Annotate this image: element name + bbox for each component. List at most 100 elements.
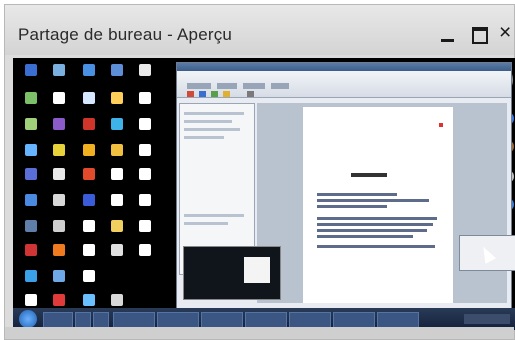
- desktop-icon: [139, 168, 151, 180]
- desktop-icon: [25, 270, 37, 282]
- desktop-icon: [83, 92, 95, 104]
- desktop-icon: [25, 294, 37, 306]
- document-line: [317, 229, 427, 232]
- desktop-icon: [111, 244, 123, 256]
- document-canvas: [257, 103, 507, 303]
- desktop-icon: [111, 168, 123, 180]
- pane-row: [184, 222, 228, 225]
- taskbar-item: [333, 312, 375, 328]
- pane-row: [184, 214, 244, 217]
- desktop-icon: [83, 294, 95, 306]
- maximize-icon: [472, 27, 488, 44]
- document-line: [317, 235, 413, 238]
- desktop-icon: [25, 64, 37, 76]
- desktop-icon: [83, 244, 95, 256]
- taskbar-item: [157, 312, 199, 328]
- start-button-icon: [19, 310, 37, 328]
- pane-row: [184, 120, 232, 123]
- document-page: [303, 107, 453, 303]
- desktop-icon: [53, 220, 65, 232]
- desktop-icon: [25, 244, 37, 256]
- ribbon-tab: [187, 83, 211, 89]
- ribbon-tool-icon: [187, 91, 194, 97]
- title-bar: Partage de bureau - Aperçu ×: [5, 5, 514, 55]
- document-line: [317, 193, 397, 196]
- thumbnail-window: [183, 246, 281, 300]
- taskbar-item: [245, 312, 287, 328]
- desktop-icon: [83, 168, 95, 180]
- taskbar-item: [43, 312, 73, 328]
- maximize-button[interactable]: [469, 23, 491, 45]
- desktop-icon: [25, 92, 37, 104]
- desktop-icon: [139, 92, 151, 104]
- taskbar-item: [201, 312, 243, 328]
- editor-title-bar: [177, 63, 511, 71]
- thumbnail-page: [244, 257, 270, 283]
- taskbar-item: [113, 312, 155, 328]
- desktop-icon: [111, 194, 123, 206]
- taskbar-item: [75, 312, 91, 328]
- desktop-icon: [83, 194, 95, 206]
- desktop-icon: [83, 144, 95, 156]
- taskbar-item: [93, 312, 109, 328]
- desktop-icon: [53, 118, 65, 130]
- desktop-icon: [111, 144, 123, 156]
- minimize-icon: [441, 39, 454, 42]
- desktop-icon: [139, 194, 151, 206]
- ribbon-tool-icon: [247, 91, 254, 97]
- ribbon-tool-icon: [211, 91, 218, 97]
- document-line: [317, 205, 387, 208]
- pane-row: [184, 112, 244, 115]
- desktop-icon: [25, 168, 37, 180]
- ribbon-tab: [271, 83, 289, 89]
- preview-window: Partage de bureau - Aperçu ×: [4, 4, 515, 340]
- desktop-icon: [83, 64, 95, 76]
- editor-ribbon: [177, 71, 511, 98]
- desktop-icon: [53, 168, 65, 180]
- desktop-icon: [139, 244, 151, 256]
- document-line: [317, 217, 437, 220]
- document-line: [317, 223, 433, 226]
- desktop-icon: [111, 118, 123, 130]
- ribbon-tab: [217, 83, 237, 89]
- shared-desktop-preview: [13, 58, 515, 330]
- desktop-icon: [53, 294, 65, 306]
- desktop-icon: [25, 144, 37, 156]
- ribbon-tool-icon: [199, 91, 206, 97]
- desktop-icon: [139, 118, 151, 130]
- desktop-icon: [25, 194, 37, 206]
- desktop-icon: [53, 244, 65, 256]
- desktop-icon: [25, 220, 37, 232]
- taskbar-item: [377, 312, 419, 328]
- desktop-icon: [53, 270, 65, 282]
- ribbon-tab: [243, 83, 265, 89]
- desktop-icon: [111, 294, 123, 306]
- close-button[interactable]: ×: [497, 21, 515, 45]
- minimize-button[interactable]: [437, 23, 459, 45]
- marker-icon: [439, 123, 443, 127]
- desktop-icon: [111, 92, 123, 104]
- close-icon: ×: [499, 21, 512, 44]
- window-title: Partage de bureau - Aperçu: [18, 25, 233, 44]
- desktop-icon: [139, 64, 151, 76]
- desktop-icon: [83, 220, 95, 232]
- document-heading: [351, 173, 387, 177]
- desktop-icon: [53, 194, 65, 206]
- window-footer: [5, 327, 514, 339]
- ribbon-tool-icon: [223, 91, 230, 97]
- desktop-icon: [111, 64, 123, 76]
- pane-row: [184, 128, 240, 131]
- desktop-icon: [139, 220, 151, 232]
- desktop-icon: [53, 64, 65, 76]
- desktop-icon: [139, 144, 151, 156]
- taskbar-item: [289, 312, 331, 328]
- system-tray: [464, 314, 510, 324]
- document-line: [317, 245, 435, 248]
- desktop-icon: [53, 92, 65, 104]
- document-line: [317, 199, 429, 202]
- desktop-icon: [111, 220, 123, 232]
- pane-row: [184, 136, 224, 139]
- desktop-icon: [83, 270, 95, 282]
- desktop-icon: [83, 118, 95, 130]
- desktop-icon: [53, 144, 65, 156]
